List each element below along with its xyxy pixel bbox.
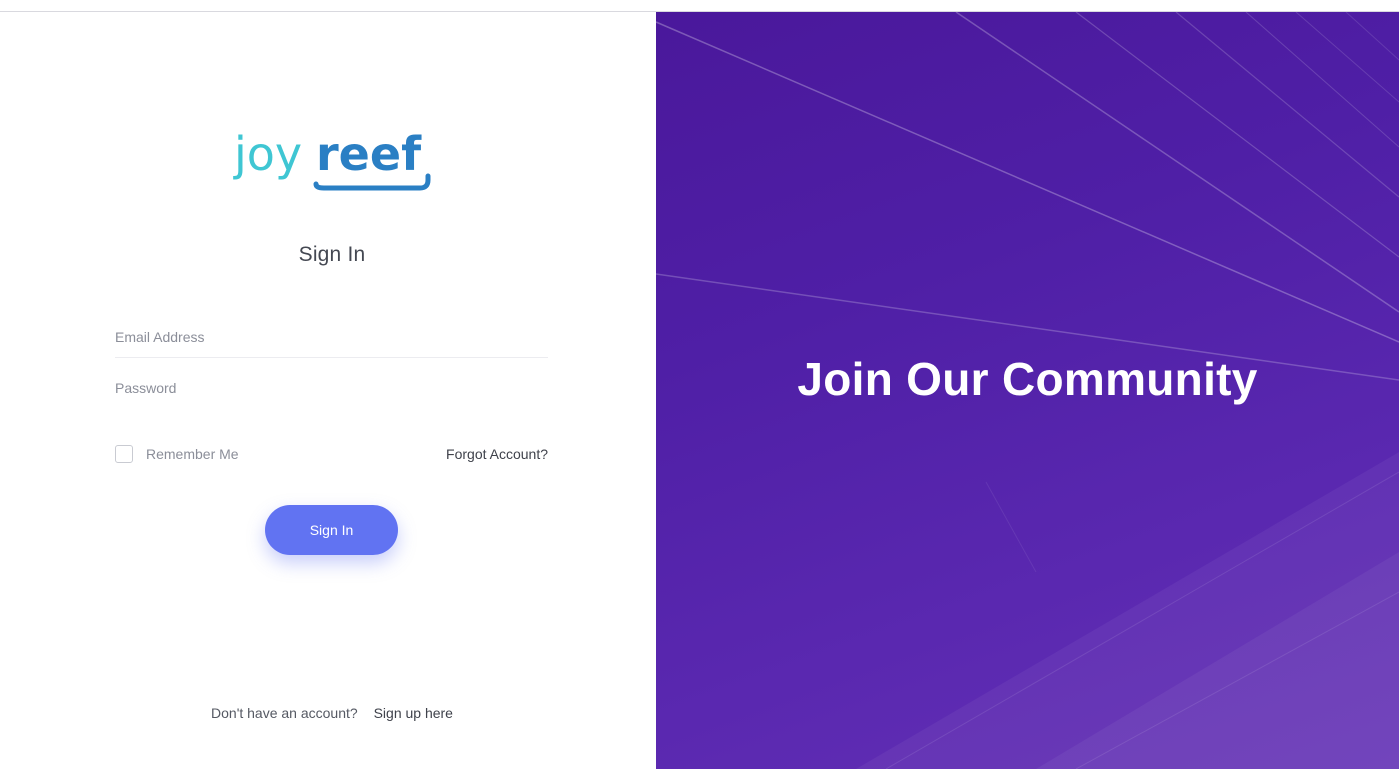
remember-me-checkbox[interactable] <box>115 445 133 463</box>
hero-headline: Join Our Community <box>797 353 1258 405</box>
email-input[interactable] <box>115 317 548 357</box>
signin-title: Sign In <box>298 243 366 266</box>
top-border <box>0 0 1399 12</box>
remember-me-label: Remember Me <box>146 446 239 462</box>
email-field-wrapper <box>115 317 548 358</box>
signup-link[interactable]: Sign up here <box>374 705 453 721</box>
password-input[interactable] <box>115 368 548 408</box>
logo-text-bold: reef <box>316 127 422 181</box>
signin-panel: joy reef Sign In Remember Me Forgot Acco… <box>0 12 656 769</box>
signup-row: Don't have an account? Sign up here <box>0 705 664 721</box>
logo-text-light: joy <box>233 127 302 181</box>
signup-prompt: Don't have an account? <box>211 705 358 721</box>
joyreef-logo: joy reef <box>233 127 431 191</box>
signin-button[interactable]: Sign In <box>265 505 398 555</box>
password-field-wrapper <box>115 368 548 408</box>
hero-panel: Join Our Community <box>656 12 1399 769</box>
forgot-account-link[interactable]: Forgot Account? <box>446 444 548 464</box>
remember-me: Remember Me <box>115 444 239 464</box>
